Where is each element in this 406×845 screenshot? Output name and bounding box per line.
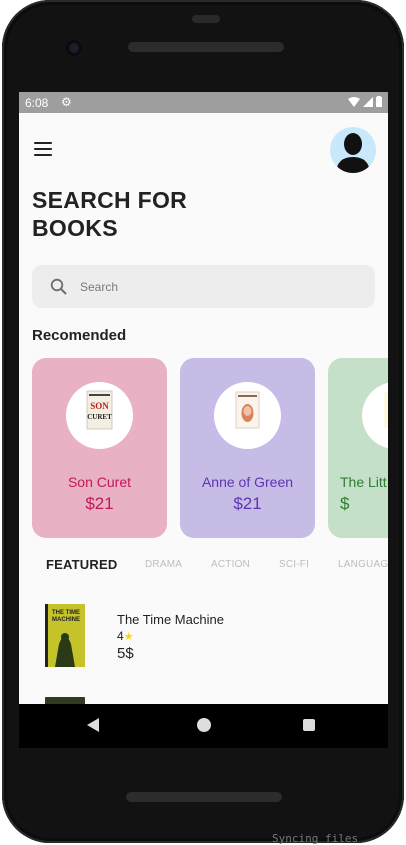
gear-icon: ⚙ bbox=[61, 95, 72, 109]
tab-action[interactable]: ACTION bbox=[211, 559, 250, 570]
system-nav-bar bbox=[19, 704, 388, 748]
search-input[interactable] bbox=[80, 265, 360, 308]
book-title: The Time Machine bbox=[117, 612, 224, 627]
next-book-cover-partial[interactable] bbox=[45, 697, 85, 704]
svg-text:THE TIME: THE TIME bbox=[52, 610, 80, 616]
tab-sci-fi[interactable]: SCI-FI bbox=[279, 559, 309, 570]
svg-text:SON: SON bbox=[90, 401, 109, 411]
cover-circle: SON CURET bbox=[66, 382, 133, 449]
recommended-card[interactable]: Anne of Green $21 bbox=[180, 358, 315, 538]
earpiece-grille bbox=[128, 42, 284, 52]
book-cover-little bbox=[384, 392, 388, 428]
star-icon: ★ bbox=[123, 631, 134, 643]
book-cover-time-machine: THE TIME MACHINE bbox=[45, 604, 85, 667]
search-box[interactable] bbox=[32, 265, 375, 308]
card-price: $21 bbox=[85, 494, 114, 513]
card-title: The Litt bbox=[340, 474, 387, 490]
signal-icon bbox=[363, 96, 373, 107]
card-price: $ bbox=[340, 494, 350, 513]
battery-icon bbox=[376, 96, 382, 107]
book-price: 5$ bbox=[117, 645, 134, 662]
svg-text:MACHINE: MACHINE bbox=[52, 617, 80, 623]
tab-language[interactable]: LANGUAGE bbox=[338, 559, 388, 570]
status-bar: 6:08 ⚙ bbox=[19, 92, 388, 113]
book-rating: 4★ bbox=[117, 629, 134, 643]
rating-value: 4 bbox=[117, 629, 124, 643]
status-icons bbox=[348, 96, 382, 107]
cover-circle bbox=[214, 382, 281, 449]
book-cover-anne bbox=[235, 391, 260, 429]
recommended-card[interactable]: The Litt $ bbox=[328, 358, 388, 538]
page-title: SEARCH FOR BOOKS bbox=[32, 187, 188, 241]
recommended-title: Recomended bbox=[32, 327, 127, 344]
wifi-icon bbox=[348, 96, 360, 107]
svg-text:CURET: CURET bbox=[87, 413, 112, 421]
tab-drama[interactable]: DRAMA bbox=[145, 559, 182, 570]
background-text: Syncing files bbox=[272, 832, 359, 845]
home-icon[interactable] bbox=[197, 718, 211, 732]
featured-book-row[interactable]: THE TIME MACHINE The Time Machine 4★ 5$ bbox=[32, 599, 375, 679]
back-icon[interactable] bbox=[87, 718, 99, 732]
category-tabs: FEATURED DRAMA ACTION SCI-FI LANGUAGE bbox=[19, 557, 388, 579]
cover-circle bbox=[362, 382, 388, 449]
search-icon bbox=[50, 278, 67, 295]
speaker bbox=[192, 15, 220, 23]
recent-apps-icon[interactable] bbox=[303, 719, 315, 731]
card-title: Anne of Green bbox=[201, 474, 294, 490]
card-title: Son Curet bbox=[67, 474, 132, 490]
recommended-card[interactable]: SON CURET Son Curet $21 bbox=[32, 358, 167, 538]
tab-featured[interactable]: FEATURED bbox=[46, 557, 117, 572]
front-camera bbox=[66, 40, 82, 56]
book-cover-son-curet: SON CURET bbox=[86, 390, 113, 430]
status-time: 6:08 bbox=[25, 96, 49, 110]
avatar[interactable] bbox=[330, 127, 376, 173]
menu-icon[interactable] bbox=[34, 142, 52, 156]
card-price: $21 bbox=[233, 494, 262, 513]
app-screen: 6:08 ⚙ SEARCH FOR BOOKS Recomended bbox=[19, 92, 388, 704]
user-silhouette-icon bbox=[336, 133, 370, 173]
bottom-grille bbox=[126, 792, 282, 802]
